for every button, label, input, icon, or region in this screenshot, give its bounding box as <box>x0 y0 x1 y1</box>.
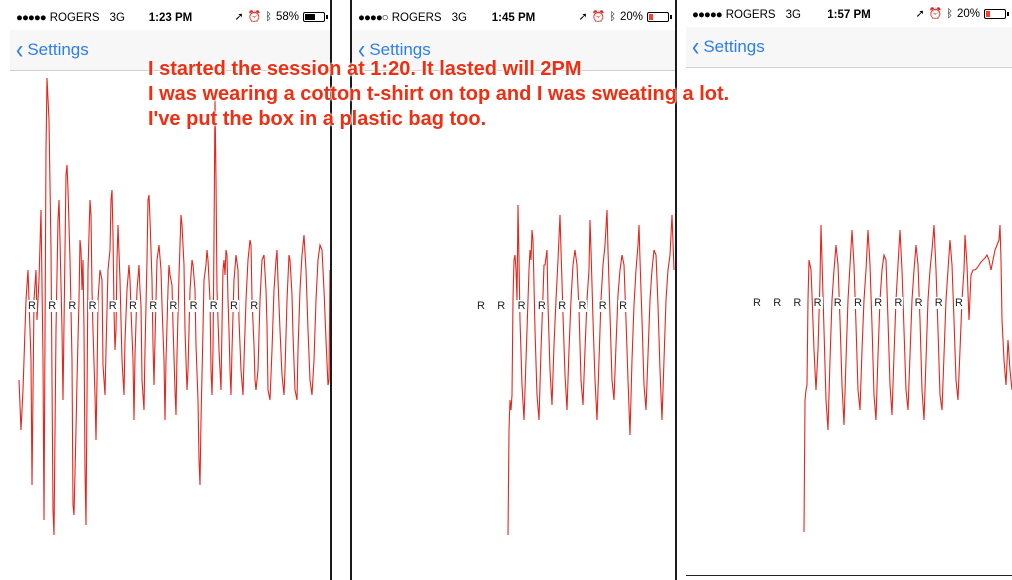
annotation-line-2: I was wearing a cotton t-shirt on top an… <box>148 83 730 105</box>
r-peak-label: R <box>557 300 568 312</box>
panel-border <box>686 575 1012 576</box>
r-peak-label: R <box>87 300 98 312</box>
r-peak-label: R <box>476 300 486 312</box>
r-peak-label: R <box>47 300 58 312</box>
r-peak-label: R <box>516 300 527 312</box>
r-peak-label: R <box>536 300 547 312</box>
r-peak-label: R <box>577 300 588 312</box>
r-peak-label: R <box>954 297 964 309</box>
r-peak-label: R <box>913 297 924 309</box>
r-peak-label: R <box>618 300 629 312</box>
r-peak-label: R <box>873 297 884 309</box>
r-peak-label: R <box>772 297 783 309</box>
r-peak-label: R <box>812 297 823 309</box>
waveform-line <box>507 204 675 536</box>
r-peak-label: R <box>168 300 179 312</box>
r-peak-label: R <box>792 297 803 309</box>
r-peak-label: R <box>27 300 37 312</box>
r-peak-label: R <box>188 300 199 312</box>
r-peak-label: R <box>496 300 507 312</box>
r-peak-label: R <box>933 297 944 309</box>
annotation-text: I started the session at 1:20. It lasted… <box>148 57 868 132</box>
r-peak-label: R <box>107 300 118 312</box>
r-peak-label: R <box>249 300 260 312</box>
waveform-line <box>803 224 1012 533</box>
annotation-line-3: I've put the box in a plastic bag too. <box>148 108 487 130</box>
r-peak-label: R <box>853 297 863 309</box>
r-peak-label: R <box>229 300 239 312</box>
r-peak-label: R <box>597 300 608 312</box>
r-peak-label: R <box>752 297 762 309</box>
annotation-line-1: I started the session at 1:20. It lasted… <box>148 58 582 80</box>
r-peak-label: R <box>128 300 138 312</box>
r-peak-label: R <box>832 297 843 309</box>
r-peak-label: R <box>67 300 78 312</box>
r-peak-label: R <box>148 300 159 312</box>
r-peak-label: R <box>893 297 904 309</box>
r-peak-label: R <box>208 300 219 312</box>
